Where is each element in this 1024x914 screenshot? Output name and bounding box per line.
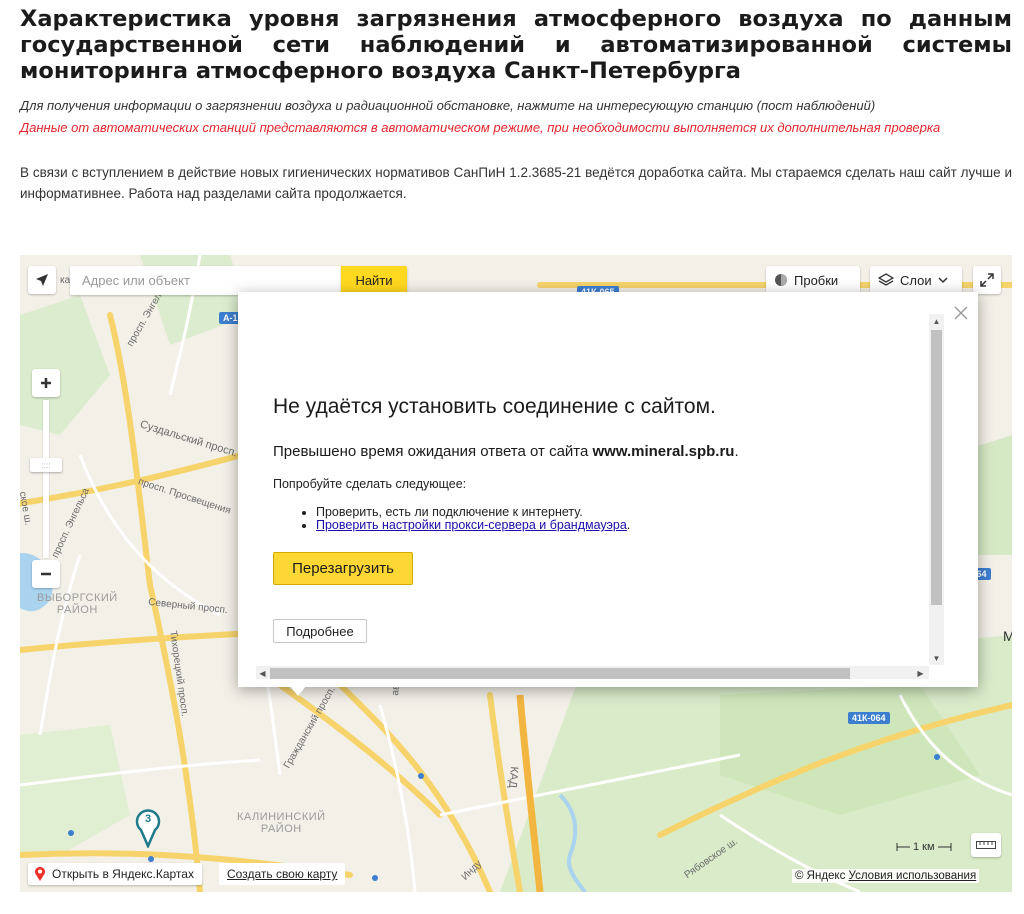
scale-bar-icon [896,843,910,851]
reload-button[interactable]: Перезагрузить [273,552,413,585]
map-copyright: © Яндекс Условия использования [792,869,980,883]
zoom-slider-track[interactable] [43,400,49,558]
suggestion-end: . [626,518,631,532]
site-notice: В связи с вступлением в действие новых г… [20,165,1012,201]
yandex-map[interactable]: А-1 41К-065 41К-064 41К-064 просп. Энгел… [20,255,1012,892]
district-name: ВЫБОРГСКИЙ РАЙОН [37,592,118,616]
zoom-slider-handle[interactable]: :::: [30,458,62,472]
error-description-text: Превышено время ожидания ответа от сайта [273,443,593,460]
map-label-road: ка [60,275,71,286]
scroll-left-arrow-icon[interactable]: ◀ [258,669,267,678]
plus-icon [41,378,51,388]
horizontal-scroll-thumb[interactable] [270,668,850,679]
map-pin-icon [35,866,45,881]
layers-label: Слои [900,272,932,288]
ruler-icon [976,841,996,849]
balloon-tail [290,686,306,696]
minus-icon [41,572,51,576]
proxy-settings-link[interactable]: Проверить настройки прокси-сервера и бра… [316,518,627,532]
suggestion-text: Проверить, есть ли подключение к интерне… [316,505,583,519]
copyright-text: © Яндекс [795,870,846,882]
fullscreen-button[interactable] [973,266,1001,294]
error-suggestion-heading: Попробуйте сделать следующее: [273,477,467,491]
close-icon [954,306,968,320]
error-title: Не удаётся установить соединение с сайто… [273,395,716,418]
traffic-label: Пробки [794,272,839,288]
scroll-down-arrow-icon[interactable]: ▼ [932,654,941,663]
auto-data-note: Данные от автоматических станций предста… [20,120,941,135]
browser-error-frame: Не удаётся установить соединение с сайто… [238,302,946,679]
balloon-close-button[interactable] [952,304,970,322]
district-label-vyborgsky: ВЫБОРГСКИЙ РАЙОН [37,592,118,616]
error-site: www.mineral.spb.ru [592,443,735,460]
page-title: Характеристика уровня загрязнения атмосф… [20,6,1012,84]
expand-icon [980,273,994,287]
traffic-light-icon [775,274,787,286]
error-description: Превышено время ожидания ответа от сайта… [273,443,739,460]
station-balloon: Не удаётся установить соединение с сайто… [238,292,978,687]
list-item: Проверить настройки прокси-сервера и бра… [316,519,630,532]
scroll-right-arrow-icon[interactable]: ▶ [916,669,925,678]
create-map-link[interactable]: Создать свою карту [219,863,346,885]
chevron-down-icon [938,277,948,284]
ruler-button[interactable] [971,833,1001,857]
zoom-in-button[interactable] [32,369,60,397]
station-number: 3 [144,813,152,825]
navigation-arrow-icon [36,274,48,286]
road-shield-41k064: 41К-064 [848,712,890,724]
details-button[interactable]: Подробнее [273,619,367,643]
layers-button[interactable]: Слои [870,266,962,294]
map-scale: 1 км [896,841,952,853]
error-suggestion-list: Проверить, есть ли подключение к интерне… [302,506,630,532]
traffic-button[interactable]: Пробки [766,266,860,294]
scale-bar-icon [937,843,952,851]
terms-of-use-link[interactable]: Условия использования [849,870,977,882]
vertical-scroll-thumb[interactable] [931,330,942,605]
open-in-maps-label: Открыть в Яндекс.Картах [52,867,194,881]
layers-icon [878,273,894,286]
district-label-kalininsky: КАЛИНИНСКИЙ РАЙОН [237,811,326,835]
vertical-scrollbar[interactable]: ▲ ▼ [929,314,944,665]
map-label-road: КАД [506,765,520,789]
horizontal-scrollbar[interactable]: ◀ ▶ [256,666,929,679]
scale-label: 1 км [913,841,935,853]
zoom-handle-grip: :::: [41,460,51,470]
map-label-letter: М [1003,628,1012,644]
error-description-end: . [734,443,739,460]
map-search-input[interactable] [70,266,342,295]
scroll-up-arrow-icon[interactable]: ▲ [932,317,941,326]
zoom-out-button[interactable] [32,560,60,588]
station-marker[interactable]: 3 [133,808,163,850]
map-search-button[interactable]: Найти [341,266,407,295]
district-name: КАЛИНИНСКИЙ РАЙОН [237,811,326,835]
intro-note: Для получения информации о загрязнении в… [20,98,876,113]
open-in-yandex-maps-link[interactable]: Открыть в Яндекс.Картах [28,863,202,885]
geolocation-button[interactable] [28,266,56,294]
